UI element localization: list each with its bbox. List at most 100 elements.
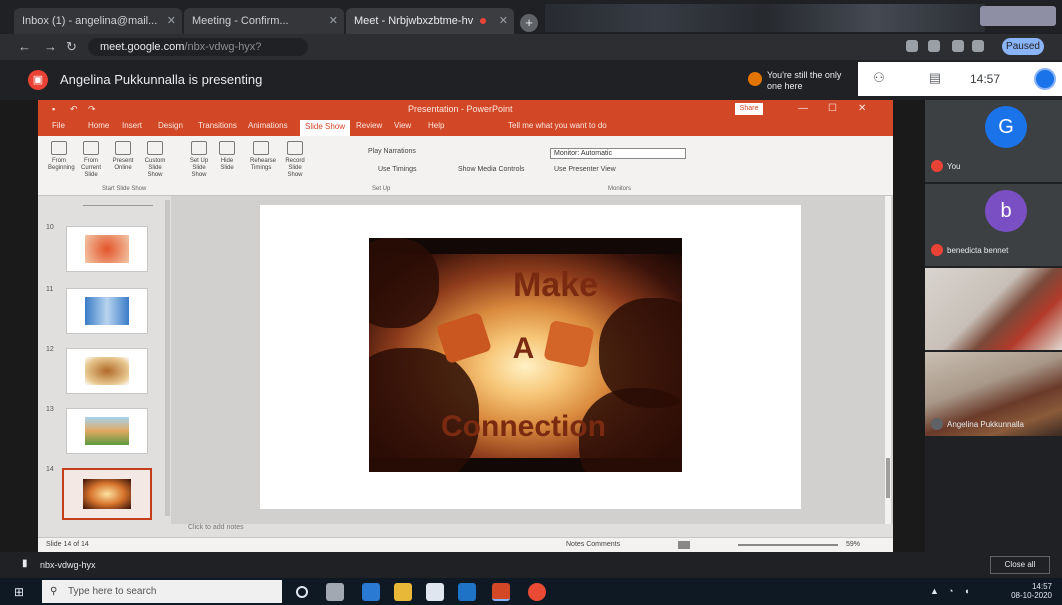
new-tab-button[interactable]: + (520, 14, 538, 32)
close-all-button[interactable]: Close all (990, 556, 1050, 574)
close-icon[interactable]: ✕ (858, 100, 866, 118)
windows-taskbar: ⊞ ⚲ Type here to search ▲ ◔ ◖ 14:57 08-1… (0, 578, 1062, 605)
current-slide[interactable]: Make A Connection (260, 205, 801, 509)
participant-name: benedicta bennet (947, 246, 1009, 255)
profile-button[interactable]: Paused (1002, 38, 1044, 55)
search-icon: ⚲ (50, 586, 58, 597)
save-icon[interactable]: ▪ (52, 100, 55, 118)
meeting-details-icon[interactable]: ▮ (22, 558, 28, 569)
zoom-slider[interactable] (738, 544, 838, 546)
participant-tile[interactable]: b benedicta bennet (925, 184, 1062, 266)
hide-slide-button[interactable]: Hide Slide (216, 141, 238, 172)
slide-thumbnail-selected[interactable] (62, 468, 152, 520)
meeting-code[interactable]: nbx-vdwg-hyx (40, 560, 96, 570)
play-narrations-checkbox[interactable]: Play Narrations (368, 148, 416, 155)
people-icon[interactable]: ⚇ (870, 70, 888, 86)
file-explorer-icon[interactable] (394, 583, 412, 601)
monitor-dropdown[interactable]: Monitor: Automatic (550, 148, 686, 159)
store-icon[interactable] (426, 583, 444, 601)
extension-icon[interactable] (972, 40, 984, 52)
from-beginning-button[interactable]: From Beginning (48, 141, 75, 172)
mail-icon[interactable] (458, 583, 476, 601)
menu-transitions[interactable]: Transitions (198, 121, 237, 130)
group-label: Set Up (372, 186, 391, 192)
slide-thumbnail[interactable] (66, 348, 148, 394)
slide-thumbnail[interactable] (66, 226, 148, 272)
chrome-icon[interactable] (528, 583, 546, 601)
extension-icon[interactable] (928, 40, 940, 52)
share-button[interactable]: Share (735, 103, 763, 115)
menu-insert[interactable]: Insert (122, 121, 142, 130)
taskbar-search[interactable]: ⚲ Type here to search (42, 580, 282, 603)
network-icon[interactable]: ▲ (930, 586, 939, 596)
present-online-button[interactable]: Present Online (112, 141, 134, 172)
menu-home[interactable]: Home (88, 121, 109, 130)
scroll-thumb[interactable] (886, 458, 890, 498)
notes-comments-buttons[interactable]: Notes Comments (566, 538, 620, 552)
powerpoint-icon[interactable] (492, 583, 510, 601)
thumbnail-zoom[interactable] (83, 198, 153, 206)
maximize-icon[interactable]: ☐ (828, 100, 837, 118)
show-media-controls-checkbox[interactable]: Show Media Controls (458, 166, 525, 173)
notice-text: You're still the only one here (767, 70, 842, 91)
thumbnail-scrollbar[interactable] (165, 200, 170, 516)
menu-slide-show[interactable]: Slide Show (300, 120, 351, 136)
browser-tab-meet[interactable]: Meet - Nrbjwbxzbtme-hv ✕ (346, 8, 514, 34)
participant-video-tile[interactable] (925, 268, 1062, 350)
tell-me-search[interactable]: Tell me what you want to do (508, 121, 607, 130)
slide-scrollbar[interactable] (885, 196, 891, 524)
reload-icon[interactable]: ↻ (66, 39, 77, 55)
rehearse-icon (253, 141, 269, 155)
close-icon[interactable]: ✕ (329, 8, 338, 34)
slide-thumbnail[interactable] (66, 288, 148, 334)
menu-help[interactable]: Help (428, 121, 444, 130)
presenting-icon: ▣ (28, 70, 48, 90)
presenting-label: Angelina Pukkunnalla is presenting (60, 72, 263, 87)
cortana-icon[interactable] (296, 586, 308, 598)
normal-view-icon[interactable] (678, 541, 690, 549)
powerpoint-window: ▪ ↶ ↷ Presentation - PowerPoint Share — … (38, 100, 893, 552)
menu-review[interactable]: Review (356, 121, 382, 130)
wifi-icon[interactable]: ◔ (948, 586, 953, 596)
slide-text-connection: Connection (441, 410, 606, 443)
group-label: Monitors (608, 186, 632, 192)
from-current-button[interactable]: From Current Slide (80, 141, 102, 179)
menu-animations[interactable]: Animations (248, 121, 288, 130)
slide-thumbnail[interactable] (66, 408, 148, 454)
participant-avatar: b (985, 190, 1027, 232)
undo-icon[interactable]: ↶ (70, 100, 78, 118)
thumb-number: 11 (46, 286, 54, 293)
zoom-level[interactable]: 59% (846, 538, 860, 552)
extension-icon[interactable] (952, 40, 964, 52)
window-controls[interactable] (980, 6, 1056, 26)
taskbar-clock[interactable]: 14:57 08-10-2020 (1011, 582, 1052, 600)
browser-tab-meeting[interactable]: Meeting - Confirm... ✕ (184, 8, 344, 34)
use-timings-checkbox[interactable]: Use Timings (378, 166, 417, 173)
edge-icon[interactable] (362, 583, 380, 601)
browser-tab-inbox[interactable]: Inbox (1) - angelina@mail... ✕ (14, 8, 182, 34)
redo-icon[interactable]: ↷ (88, 100, 96, 118)
record-button[interactable]: Record Slide Show (284, 141, 306, 179)
menu-file[interactable]: File (52, 121, 65, 130)
menu-design[interactable]: Design (158, 121, 183, 130)
participant-tile[interactable]: G You (925, 100, 1062, 182)
forward-icon[interactable]: → (44, 39, 57, 54)
custom-show-button[interactable]: Custom Slide Show (144, 141, 166, 179)
rehearse-button[interactable]: Rehearse Timings (250, 141, 276, 172)
account-avatar[interactable] (1034, 68, 1056, 90)
minimize-icon[interactable]: — (798, 100, 808, 118)
close-icon[interactable]: ✕ (499, 8, 508, 34)
notes-placeholder[interactable]: Click to add notes (188, 524, 244, 531)
windows-start-icon[interactable]: ⊞ (14, 585, 28, 599)
extension-icon[interactable] (906, 40, 918, 52)
set-up-button[interactable]: Set Up Slide Show (188, 141, 210, 179)
menu-view[interactable]: View (394, 121, 411, 130)
address-bar[interactable]: meet.google.com/nbx-vdwg-hyx?authuser=1 (88, 38, 308, 71)
presenter-view-checkbox[interactable]: Use Presenter View (554, 166, 616, 173)
close-icon[interactable]: ✕ (167, 8, 176, 34)
back-icon[interactable]: ← (18, 39, 31, 54)
participant-video-tile[interactable]: Angelina Pukkunnalla (925, 352, 1062, 436)
task-view-icon[interactable] (326, 583, 344, 601)
chat-icon[interactable]: ▤ (926, 70, 944, 86)
volume-icon[interactable]: ◖ (964, 586, 969, 596)
